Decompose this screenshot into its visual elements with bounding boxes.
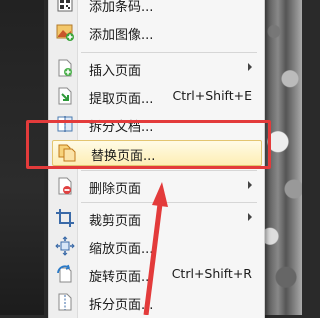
annotation-arrow-head (152, 182, 168, 207)
annotation-arrow-shaft (143, 203, 163, 315)
annotation-arrow (143, 182, 168, 315)
